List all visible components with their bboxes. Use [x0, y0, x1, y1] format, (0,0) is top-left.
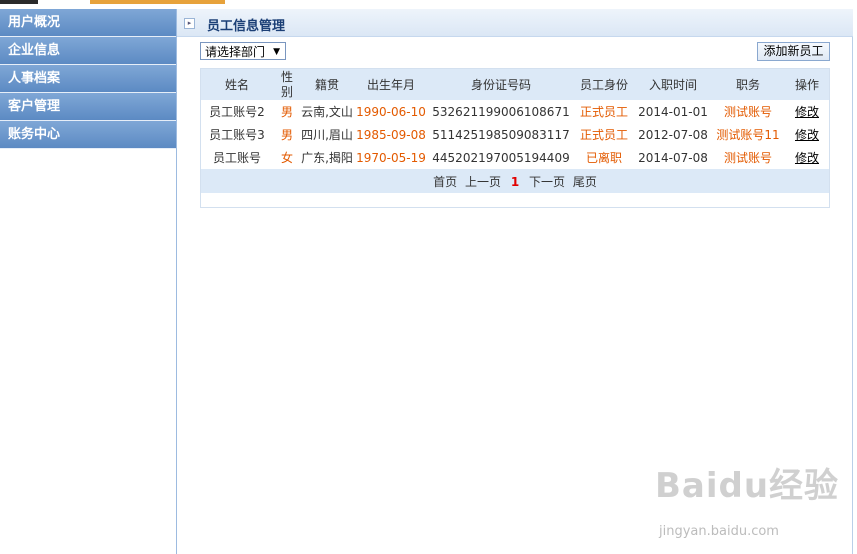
col-header-action: 操作	[794, 78, 819, 92]
col-header-join-date: 入职时间	[648, 78, 697, 92]
caret-down-icon: ▼	[273, 47, 280, 57]
watermark: Baidu经验 jingyan.baidu.com	[655, 458, 855, 554]
cell-name: 员工账号2	[209, 105, 265, 119]
edit-link[interactable]: 修改	[795, 128, 819, 142]
cell-id-number: 532621199006108671	[432, 104, 570, 119]
page-title: 员工信息管理	[207, 19, 286, 34]
pager-first[interactable]: 首页	[433, 175, 457, 189]
pager-current: 1	[510, 174, 520, 189]
pager-last[interactable]: 尾页	[573, 175, 597, 189]
cell-status: 正式员工	[579, 128, 628, 142]
edit-link[interactable]: 修改	[795, 105, 819, 119]
cell-join-date: 2012-07-08	[638, 127, 708, 142]
cell-gender: 男	[280, 128, 293, 142]
cell-gender: 男	[280, 105, 293, 119]
cell-join-date: 2014-01-01	[638, 104, 708, 119]
col-header-origin: 籍贯	[314, 78, 339, 92]
pager-prev[interactable]: 上一页	[465, 175, 501, 189]
chevron-right-icon: ▸	[184, 18, 195, 29]
add-employee-button[interactable]: 添加新员工	[757, 42, 830, 61]
cell-action: 修改	[785, 100, 829, 123]
title-bar: ▸ 员工信息管理	[177, 9, 853, 37]
breadcrumb-fragment	[90, 0, 225, 4]
pagination: 首页 上一页 1 下一页 尾页	[201, 169, 829, 193]
cell-gender: 女	[280, 151, 293, 165]
cell-position: 测试账号11	[716, 128, 780, 142]
sidebar-item-hr-records[interactable]: 人事档案	[0, 65, 176, 93]
cell-id-number: 445202197005194409	[432, 150, 570, 165]
sidebar-item-user-overview[interactable]: 用户概况	[0, 9, 176, 37]
sidebar-item-company-info[interactable]: 企业信息	[0, 37, 176, 65]
department-select[interactable]: 请选择部门 ▼	[200, 42, 286, 60]
table-header-row: 姓名 性别 籍贯 出生年月 身份证号码 员工身份 入职时间 职务 操作	[201, 69, 829, 100]
watermark-url: jingyan.baidu.com	[659, 524, 779, 539]
col-header-status: 员工身份	[579, 78, 628, 92]
table-row: 员工账号2 男 云南,文山 1990-06-10 532621199006108…	[201, 100, 829, 123]
cell-name: 员工账号3	[209, 128, 265, 142]
sidebar-item-accounting-center[interactable]: 账务中心	[0, 121, 176, 149]
cell-position: 测试账号	[723, 151, 772, 165]
pager-row: 首页 上一页 1 下一页 尾页	[201, 169, 829, 193]
cell-birth: 1985-09-08	[356, 127, 426, 142]
edit-link[interactable]: 修改	[795, 151, 819, 165]
cell-birth: 1970-05-19	[356, 150, 426, 165]
col-header-gender: 性别	[280, 69, 293, 99]
pager-next[interactable]: 下一页	[529, 175, 565, 189]
col-header-name: 姓名	[224, 78, 249, 92]
col-header-position: 职务	[735, 78, 760, 92]
cell-status: 已离职	[585, 151, 622, 165]
employee-table: 姓名 性别 籍贯 出生年月 身份证号码 员工身份 入职时间 职务 操作 员工账号…	[200, 68, 830, 208]
cell-action: 修改	[785, 146, 829, 169]
cell-birth: 1990-06-10	[356, 104, 426, 119]
breadcrumb-fragment	[0, 0, 38, 4]
sidebar: 用户概况 企业信息 人事档案 客户管理 账务中心	[0, 9, 177, 554]
breadcrumb-strip	[0, 0, 857, 6]
watermark-brand: Baidu经验	[655, 466, 840, 506]
cell-name: 员工账号	[212, 151, 261, 165]
col-header-id-number: 身份证号码	[470, 78, 531, 92]
sidebar-item-customer-management[interactable]: 客户管理	[0, 93, 176, 121]
cell-origin: 云南,文山	[301, 105, 353, 119]
cell-join-date: 2014-07-08	[638, 150, 708, 165]
cell-origin: 广东,揭阳	[301, 151, 353, 165]
table-row: 员工账号3 男 四川,眉山 1985-09-08 511425198509083…	[201, 123, 829, 146]
department-select-value: 请选择部门	[205, 45, 266, 59]
cell-id-number: 511425198509083117	[432, 127, 570, 142]
col-header-birth: 出生年月	[366, 78, 415, 92]
cell-action: 修改	[785, 123, 829, 146]
cell-position: 测试账号	[723, 105, 772, 119]
cell-status: 正式员工	[579, 105, 628, 119]
cell-origin: 四川,眉山	[301, 128, 353, 142]
table-row: 员工账号 女 广东,揭阳 1970-05-19 4452021970051944…	[201, 146, 829, 169]
